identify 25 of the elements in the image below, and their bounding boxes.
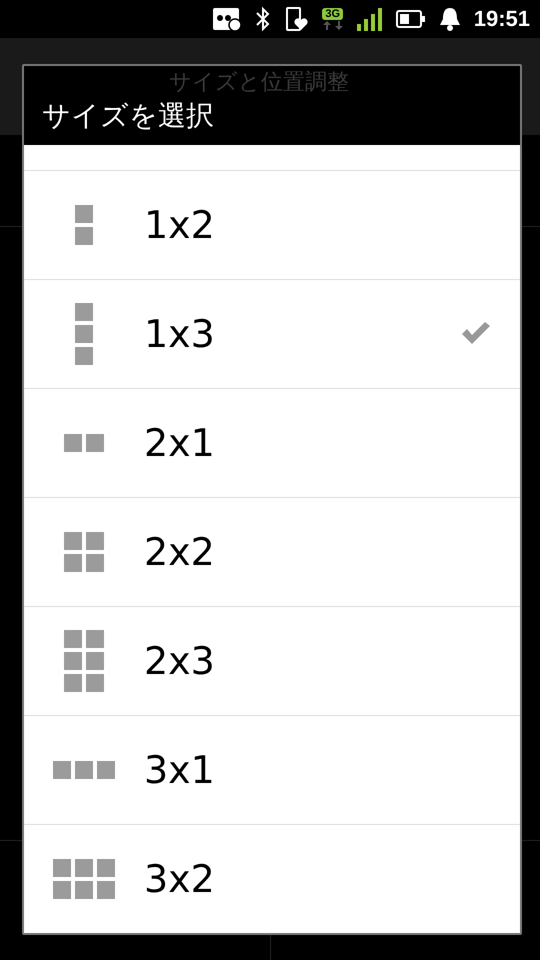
grid-icon — [75, 303, 93, 365]
notification-bell-icon — [438, 6, 462, 32]
grid-icon — [53, 859, 115, 899]
battery-icon — [396, 9, 426, 29]
voicemail-icon — [212, 6, 242, 32]
data-arrows-icon — [322, 21, 344, 30]
grid-icon — [53, 761, 115, 779]
dialog-title: サイズを選択 — [42, 99, 214, 133]
size-label: 3x1 — [144, 748, 215, 792]
grid-icon — [75, 205, 93, 245]
grid-icon — [64, 630, 104, 692]
size-label: 3x2 — [144, 857, 215, 901]
signal-icon — [356, 6, 384, 32]
phone-heart-icon — [284, 6, 310, 32]
size-label: 2x2 — [144, 530, 215, 574]
grid-icon — [64, 434, 104, 452]
grid-icon — [64, 532, 104, 572]
size-label: 2x3 — [144, 639, 215, 683]
background-title: サイズと位置調整 — [169, 70, 349, 96]
clock-time: 19:51 — [474, 6, 530, 32]
bluetooth-icon — [254, 6, 272, 32]
size-label: 1x2 — [144, 203, 215, 247]
size-label: 2x1 — [144, 421, 215, 465]
network-badge: 3G — [322, 8, 344, 20]
size-label: 1x3 — [144, 312, 215, 356]
